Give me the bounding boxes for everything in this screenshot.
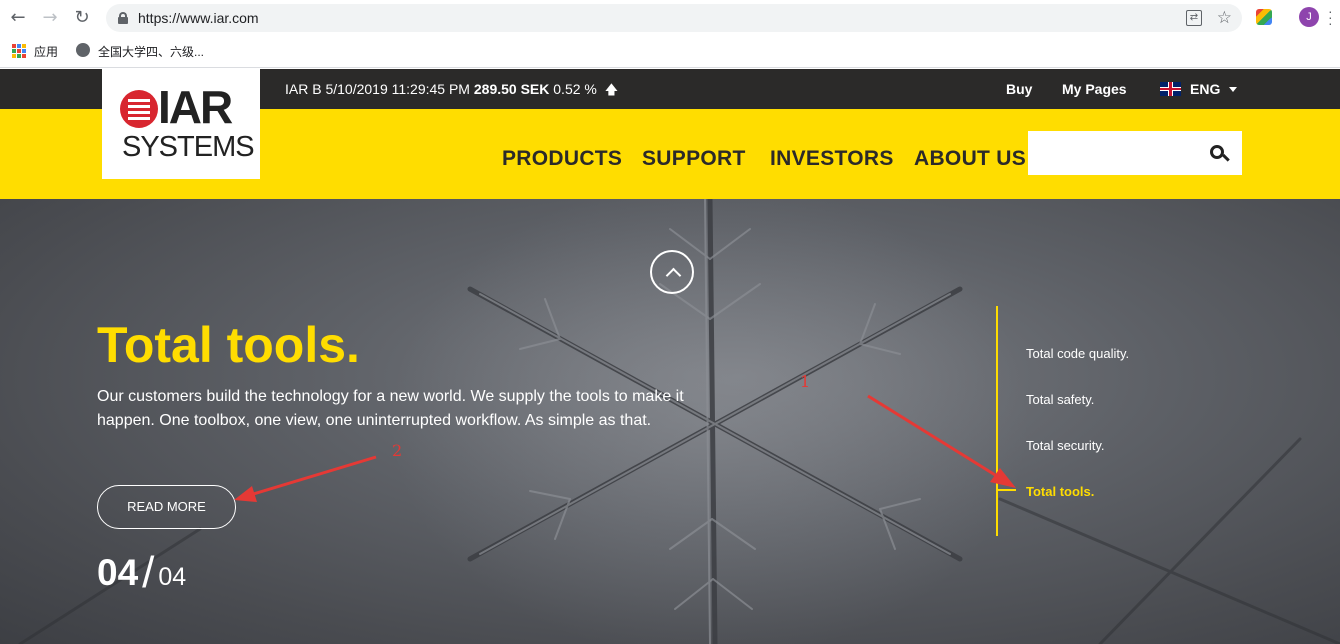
bookmarks-bar: 应用 全国大学四、六级... <box>0 36 1340 68</box>
translate-icon[interactable]: ⇄ <box>1186 10 1202 26</box>
address-bar[interactable]: https://www.iar.com ⇄ ☆ <box>106 4 1242 32</box>
nav-support[interactable]: SUPPORT <box>642 147 746 171</box>
slide-counter: 04/04 <box>97 546 187 597</box>
apps-icon[interactable] <box>12 44 26 58</box>
logo-mark-icon <box>120 90 158 128</box>
search-icon[interactable] <box>1210 145 1230 165</box>
arrow-up-icon: 🡅 <box>604 83 619 98</box>
hero-description: Our customers build the technology for a… <box>97 388 684 429</box>
slide-nav-item[interactable]: Total code quality. <box>1026 346 1129 361</box>
annotation-label-2: 2 <box>392 441 403 460</box>
nav-products[interactable]: PRODUCTS <box>502 147 622 171</box>
ticker-price: 289.50 SEK <box>473 81 550 97</box>
annotation-label-1: 1 <box>800 372 811 391</box>
nav-investors[interactable]: INVESTORS <box>770 147 894 171</box>
forward-icon[interactable]: → <box>40 8 60 28</box>
buy-link[interactable]: Buy <box>1006 81 1032 97</box>
hero-title: Total tools. <box>97 317 360 373</box>
url-text[interactable]: https://www.iar.com <box>138 10 259 26</box>
star-icon[interactable]: ☆ <box>1217 8 1232 28</box>
profile-avatar[interactable]: J <box>1299 7 1319 27</box>
language-selector[interactable]: ENG <box>1190 81 1220 97</box>
bookmark-cet[interactable]: 全国大学四、六级... <box>98 43 204 60</box>
ticker-change: 0.52 % <box>553 81 597 97</box>
slide-nav-item-active[interactable]: Total tools. <box>1026 484 1094 499</box>
extension-icon[interactable] <box>1256 9 1272 25</box>
menu-icon[interactable]: · · · <box>1328 4 1333 30</box>
back-icon[interactable]: ← <box>8 8 28 28</box>
slide-nav-track <box>996 306 998 536</box>
logo-text-iar: IAR <box>158 81 233 133</box>
slide-nav-item[interactable]: Total safety. <box>1026 392 1094 407</box>
slide-nav-item[interactable]: Total security. <box>1026 438 1105 453</box>
nav-about-us[interactable]: ABOUT US <box>914 147 1026 171</box>
iar-logo[interactable]: IAR SYSTEMS <box>102 69 260 179</box>
slide-nav-active-marker <box>998 489 1016 491</box>
uk-flag-icon[interactable] <box>1160 82 1181 96</box>
scroll-up-button[interactable] <box>650 250 694 294</box>
reload-icon[interactable]: ↻ <box>72 8 92 28</box>
slide-current: 04 <box>97 552 139 593</box>
slide-total: 04 <box>158 563 187 591</box>
bookmark-apps[interactable]: 应用 <box>34 43 58 60</box>
stock-ticker: IAR B 5/10/2019 11:29:45 PM 289.50 SEK 0… <box>285 81 618 103</box>
lock-icon <box>118 12 128 24</box>
browser-toolbar: ← → ↻ https://www.iar.com ⇄ ☆ J · · · <box>0 0 1340 36</box>
chevron-down-icon[interactable] <box>1229 87 1237 92</box>
globe-icon <box>76 43 90 57</box>
slide-separator: / <box>142 548 155 597</box>
read-more-button[interactable]: READ MORE <box>97 485 236 529</box>
logo-text-systems: SYSTEMS <box>122 131 255 163</box>
ticker-prefix: IAR B 5/10/2019 11:29:45 PM <box>285 81 470 97</box>
my-pages-link[interactable]: My Pages <box>1062 81 1127 97</box>
